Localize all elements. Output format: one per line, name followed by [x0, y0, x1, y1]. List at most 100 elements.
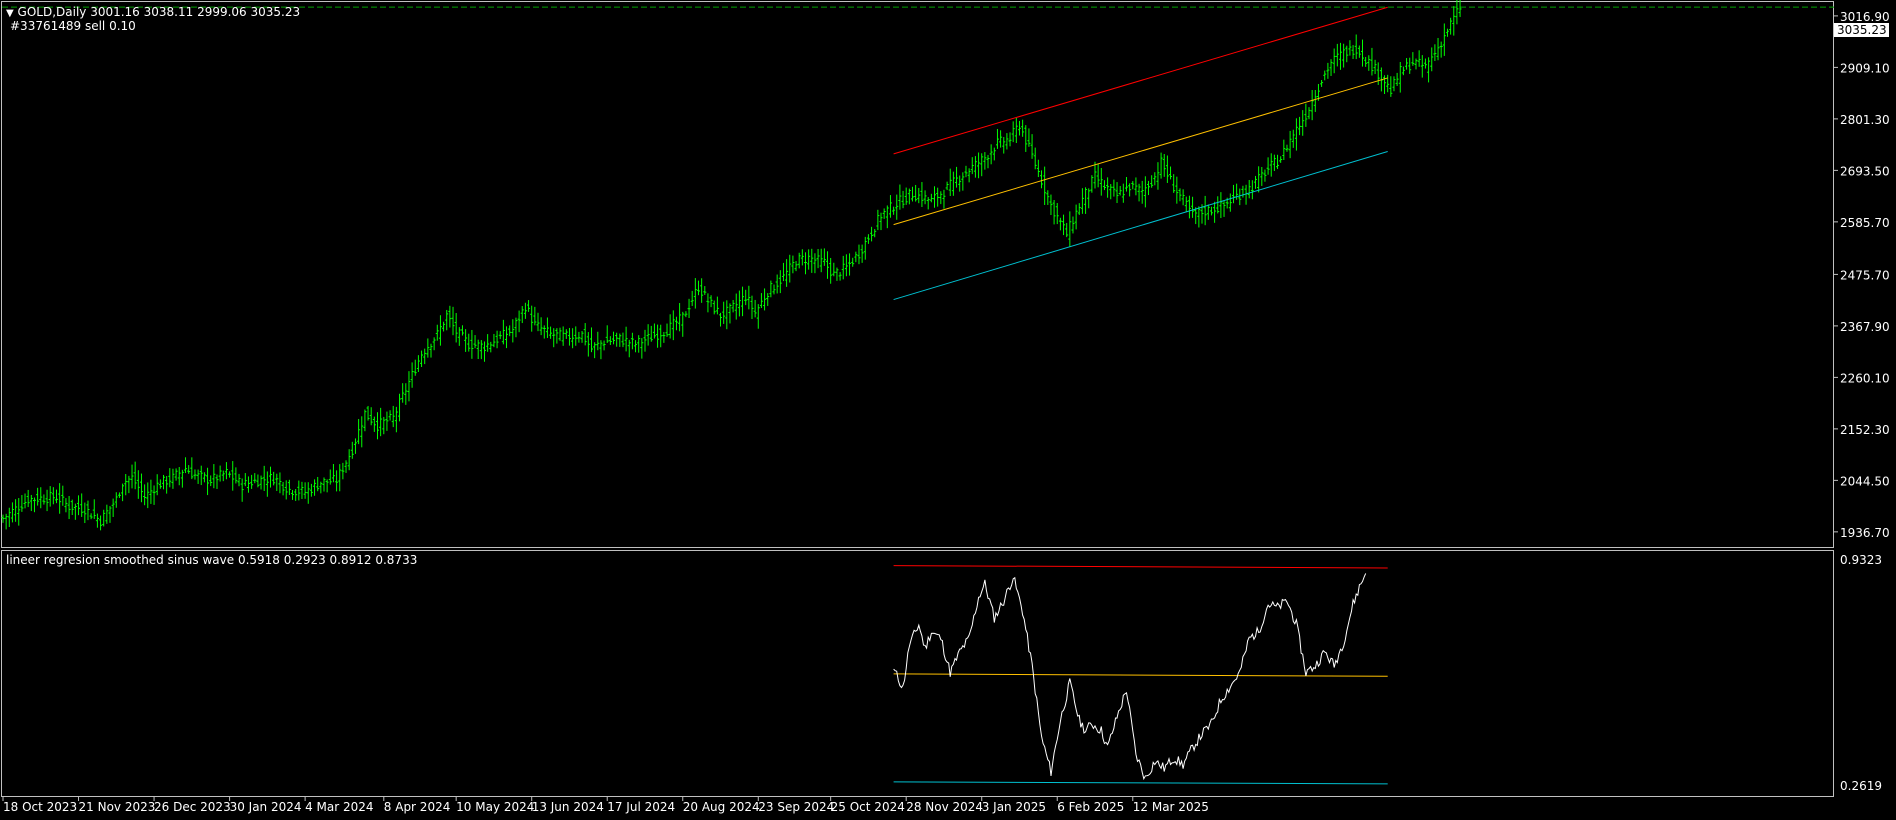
price-bar	[627, 339, 631, 358]
price-bar	[1014, 117, 1018, 144]
price-bar	[709, 295, 713, 308]
price-bar	[341, 462, 345, 480]
price-bar	[933, 186, 937, 208]
price-bar	[1430, 47, 1434, 72]
price-bar	[775, 274, 779, 294]
price-bar	[816, 249, 820, 269]
price-bar	[1433, 44, 1437, 62]
price-bar	[111, 498, 115, 518]
price-bar	[583, 323, 587, 346]
price-bar	[309, 483, 313, 497]
price-bar	[1213, 201, 1217, 223]
price-bar	[1414, 58, 1418, 70]
price-bar	[1282, 139, 1286, 161]
price-bar	[1024, 125, 1028, 152]
price-bar	[1329, 59, 1333, 76]
price-bar	[313, 479, 317, 496]
price-bar	[690, 290, 694, 306]
price-bar	[577, 331, 581, 343]
price-bar	[1159, 152, 1163, 179]
price-bar	[564, 329, 568, 339]
price-bar	[158, 479, 162, 489]
price-chart[interactable]: 3016.90 2909.10 2801.30 2693.50 2585.70 2475.…	[0, 0, 1896, 820]
price-bar	[983, 152, 987, 170]
price-bar	[885, 205, 889, 229]
price-bar	[728, 303, 732, 324]
price-bar	[322, 477, 326, 492]
price-bar	[624, 326, 628, 352]
price-bar	[759, 293, 763, 309]
price-bar	[1357, 45, 1361, 58]
price-bar	[797, 252, 801, 269]
price-bar	[756, 304, 760, 329]
price-bar	[70, 499, 74, 516]
price-bar	[942, 189, 946, 209]
price-bar	[929, 193, 933, 203]
price-bar	[77, 495, 81, 516]
price-bar	[593, 342, 597, 359]
price-bar	[605, 325, 609, 343]
price-bar	[772, 284, 776, 295]
price-bar	[319, 481, 323, 494]
price-bar	[1143, 176, 1147, 208]
triangle-down-icon[interactable]: ▼	[6, 8, 14, 19]
price-bar	[599, 340, 603, 360]
price-bar	[165, 476, 169, 494]
price-bar	[199, 465, 203, 486]
price-bar	[923, 190, 927, 205]
price-bar	[1228, 193, 1232, 212]
price-bar	[589, 327, 593, 353]
price-bar	[1131, 181, 1135, 190]
price-bar	[1427, 57, 1431, 83]
price-bar	[209, 475, 213, 487]
price-bar	[1065, 222, 1069, 238]
price-bar	[275, 473, 279, 491]
price-bar	[892, 206, 896, 215]
price-bar	[832, 262, 836, 277]
price-bar	[184, 457, 188, 474]
price-bar	[612, 331, 616, 345]
price-bar	[1068, 211, 1072, 247]
price-bar	[630, 332, 634, 350]
price-bar	[388, 410, 392, 421]
price-bar	[80, 493, 84, 517]
price-bar	[7, 507, 11, 528]
price-bar	[766, 293, 770, 306]
price-bar	[357, 419, 361, 445]
price-bar	[910, 186, 914, 202]
price-bar	[482, 341, 486, 362]
price-bar	[272, 471, 276, 486]
price-bar	[517, 310, 521, 333]
price-bar	[1036, 159, 1040, 178]
price-bar	[218, 465, 222, 482]
price-bar	[674, 316, 678, 331]
time-tick-label: 28 Nov 2024	[906, 800, 983, 814]
price-bar	[1156, 162, 1160, 190]
price-bar	[1062, 214, 1066, 236]
price-bar	[939, 191, 943, 205]
price-bar	[1191, 196, 1195, 218]
price-bar	[558, 327, 562, 341]
price-bar	[1178, 188, 1182, 202]
price-bar	[813, 253, 817, 274]
price-bar	[451, 306, 455, 336]
price-bar	[228, 471, 232, 478]
price-bar	[1087, 188, 1091, 209]
price-bar	[29, 494, 33, 512]
price-bar	[1276, 154, 1280, 170]
indicator-plot	[893, 565, 1388, 785]
price-bar	[187, 465, 191, 474]
price-bar	[778, 270, 782, 294]
price-bar	[1373, 59, 1377, 75]
price-bar	[879, 212, 883, 231]
price-bar	[250, 474, 254, 489]
price-bar	[243, 473, 247, 487]
price-bar	[750, 295, 754, 320]
price-bar	[99, 515, 103, 531]
price-bar	[1172, 174, 1176, 193]
price-bar	[549, 326, 553, 339]
price-bar	[259, 475, 263, 490]
price-bar	[1169, 166, 1173, 180]
price-bar	[410, 362, 414, 388]
price-bar	[920, 182, 924, 208]
